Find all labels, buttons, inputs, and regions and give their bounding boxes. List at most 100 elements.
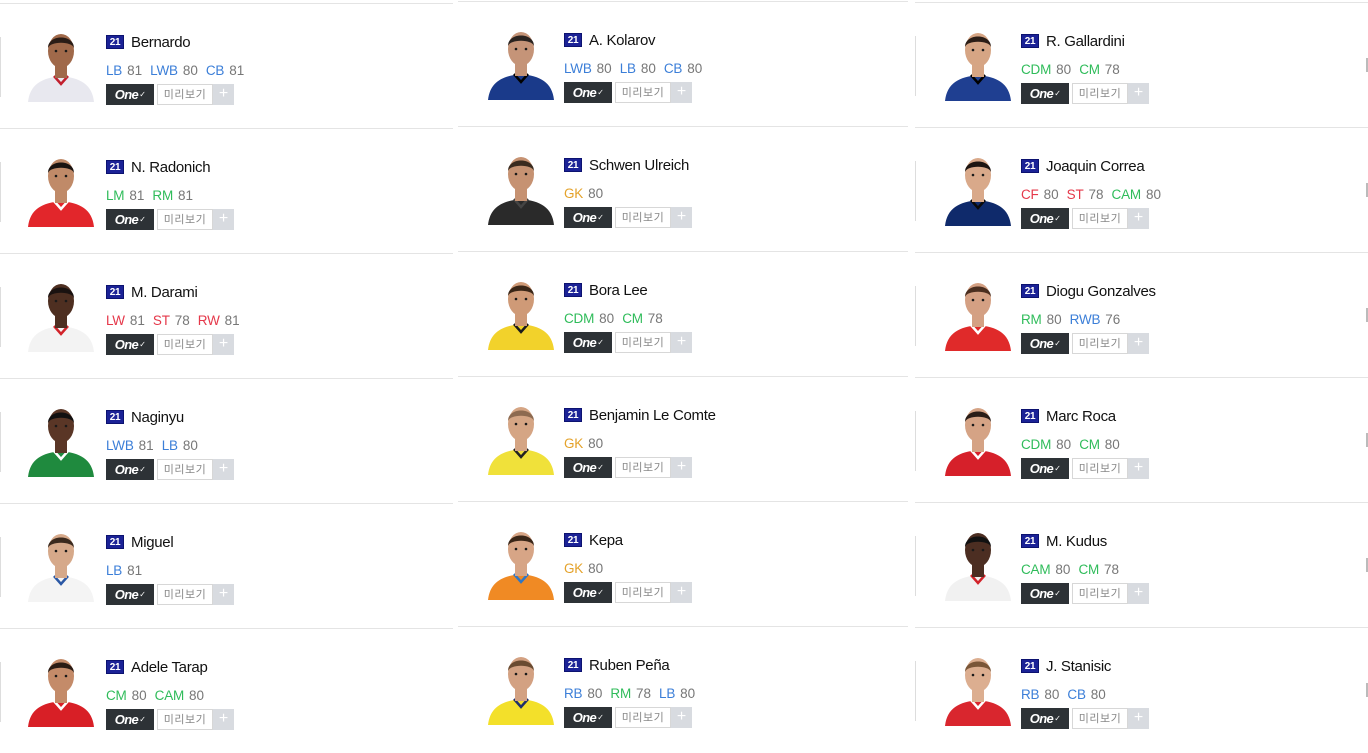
player-name[interactable]: Bernardo bbox=[131, 34, 191, 51]
player-card[interactable]: 21 Joaquin Correa CF 80 ST 78 CAM 80 One ✓ 미리보기 + bbox=[915, 127, 1368, 252]
player-card[interactable]: 21 Adele Tarap CM 80 CAM 80 One ✓ 미리보기 + bbox=[0, 628, 453, 753]
player-portrait[interactable] bbox=[482, 647, 560, 725]
plus-icon[interactable]: + bbox=[671, 706, 692, 728]
player-name[interactable]: M. Darami bbox=[131, 284, 198, 301]
player-card[interactable]: 21 Miguel LB 81 One ✓ 미리보기 + bbox=[0, 503, 453, 628]
player-name[interactable]: Naginyu bbox=[131, 409, 184, 426]
preview-button[interactable]: 미리보기 bbox=[1072, 207, 1128, 229]
player-name[interactable]: R. Gallardini bbox=[1046, 33, 1125, 50]
plus-icon[interactable]: + bbox=[671, 331, 692, 353]
player-name[interactable]: M. Kudus bbox=[1046, 533, 1107, 550]
one-button[interactable]: One ✓ bbox=[564, 456, 612, 478]
one-button[interactable]: One ✓ bbox=[1021, 707, 1069, 729]
player-portrait[interactable] bbox=[939, 148, 1017, 226]
one-button[interactable]: One ✓ bbox=[106, 333, 154, 355]
player-card[interactable]: 21 Naginyu LWB 81 LB 80 One ✓ 미리보기 + bbox=[0, 378, 453, 503]
player-portrait[interactable] bbox=[22, 274, 100, 352]
player-portrait[interactable] bbox=[482, 147, 560, 225]
preview-button[interactable]: 미리보기 bbox=[615, 331, 671, 353]
plus-icon[interactable]: + bbox=[213, 333, 234, 355]
player-portrait[interactable] bbox=[22, 399, 100, 477]
player-portrait[interactable] bbox=[939, 273, 1017, 351]
one-button[interactable]: One ✓ bbox=[1021, 582, 1069, 604]
preview-button[interactable]: 미리보기 bbox=[615, 456, 671, 478]
plus-icon[interactable]: + bbox=[213, 83, 234, 105]
preview-button[interactable]: 미리보기 bbox=[157, 583, 213, 605]
preview-button[interactable]: 미리보기 bbox=[1072, 82, 1128, 104]
player-name[interactable]: Joaquin Correa bbox=[1046, 158, 1145, 175]
player-name[interactable]: Miguel bbox=[131, 534, 174, 551]
preview-button[interactable]: 미리보기 bbox=[615, 581, 671, 603]
player-card[interactable]: 21 Schwen Ulreich GK 80 One ✓ 미리보기 + bbox=[458, 126, 908, 251]
preview-button[interactable]: 미리보기 bbox=[1072, 582, 1128, 604]
player-card[interactable]: 21 Ruben Peña RB 80 RM 78 LB 80 One ✓ 미리보기 + bbox=[458, 626, 908, 751]
preview-button[interactable]: 미리보기 bbox=[1072, 707, 1128, 729]
player-name[interactable]: A. Kolarov bbox=[589, 32, 656, 49]
player-name[interactable]: Benjamin Le Comte bbox=[589, 407, 716, 424]
plus-icon[interactable]: + bbox=[671, 456, 692, 478]
preview-button[interactable]: 미리보기 bbox=[157, 458, 213, 480]
player-card[interactable]: 21 Kepa GK 80 One ✓ 미리보기 + bbox=[458, 501, 908, 626]
player-portrait[interactable] bbox=[939, 648, 1017, 726]
preview-button[interactable]: 미리보기 bbox=[157, 708, 213, 730]
player-name[interactable]: Ruben Peña bbox=[589, 657, 670, 674]
one-button[interactable]: One ✓ bbox=[564, 81, 612, 103]
one-button[interactable]: One ✓ bbox=[106, 208, 154, 230]
plus-icon[interactable]: + bbox=[671, 81, 692, 103]
plus-icon[interactable]: + bbox=[1128, 207, 1149, 229]
plus-icon[interactable]: + bbox=[213, 208, 234, 230]
player-name[interactable]: Schwen Ulreich bbox=[589, 157, 689, 174]
player-name[interactable]: Kepa bbox=[589, 532, 623, 549]
plus-icon[interactable]: + bbox=[671, 206, 692, 228]
player-card[interactable]: 21 Bernardo LB 81 LWB 80 CB 81 One ✓ 미리보기 + bbox=[0, 3, 453, 128]
preview-button[interactable]: 미리보기 bbox=[1072, 332, 1128, 354]
player-portrait[interactable] bbox=[22, 149, 100, 227]
player-portrait[interactable] bbox=[939, 398, 1017, 476]
plus-icon[interactable]: + bbox=[1128, 332, 1149, 354]
plus-icon[interactable]: + bbox=[1128, 82, 1149, 104]
one-button[interactable]: One ✓ bbox=[106, 458, 154, 480]
plus-icon[interactable]: + bbox=[213, 458, 234, 480]
one-button[interactable]: One ✓ bbox=[106, 583, 154, 605]
preview-button[interactable]: 미리보기 bbox=[157, 208, 213, 230]
one-button[interactable]: One ✓ bbox=[1021, 207, 1069, 229]
player-card[interactable]: 21 M. Kudus CAM 80 CM 78 One ✓ 미리보기 + bbox=[915, 502, 1368, 627]
one-button[interactable]: One ✓ bbox=[1021, 332, 1069, 354]
one-button[interactable]: One ✓ bbox=[564, 581, 612, 603]
preview-button[interactable]: 미리보기 bbox=[615, 81, 671, 103]
plus-icon[interactable]: + bbox=[1128, 582, 1149, 604]
plus-icon[interactable]: + bbox=[213, 583, 234, 605]
player-name[interactable]: N. Radonich bbox=[131, 159, 211, 176]
plus-icon[interactable]: + bbox=[1128, 707, 1149, 729]
player-card[interactable]: 21 Diogu Gonzalves RM 80 RWB 76 One ✓ 미리보기 + bbox=[915, 252, 1368, 377]
player-card[interactable]: 21 N. Radonich LM 81 RM 81 One ✓ 미리보기 + bbox=[0, 128, 453, 253]
plus-icon[interactable]: + bbox=[213, 708, 234, 730]
player-card[interactable]: 21 Bora Lee CDM 80 CM 78 One ✓ 미리보기 + bbox=[458, 251, 908, 376]
player-name[interactable]: Marc Roca bbox=[1046, 408, 1116, 425]
player-name[interactable]: J. Stanisic bbox=[1046, 658, 1111, 675]
plus-icon[interactable]: + bbox=[1128, 457, 1149, 479]
player-card[interactable]: 21 M. Darami LW 81 ST 78 RW 81 One ✓ 미리보기 + bbox=[0, 253, 453, 378]
preview-button[interactable]: 미리보기 bbox=[1072, 457, 1128, 479]
one-button[interactable]: One ✓ bbox=[106, 708, 154, 730]
player-card[interactable]: 21 J. Stanisic RB 80 CB 80 One ✓ 미리보기 + bbox=[915, 627, 1368, 752]
player-portrait[interactable] bbox=[482, 272, 560, 350]
player-card[interactable]: 21 Benjamin Le Comte GK 80 One ✓ 미리보기 + bbox=[458, 376, 908, 501]
plus-icon[interactable]: + bbox=[671, 581, 692, 603]
one-button[interactable]: One ✓ bbox=[106, 83, 154, 105]
preview-button[interactable]: 미리보기 bbox=[157, 333, 213, 355]
player-portrait[interactable] bbox=[939, 523, 1017, 601]
player-card[interactable]: 21 A. Kolarov LWB 80 LB 80 CB 80 One ✓ 미리보기 + bbox=[458, 1, 908, 126]
player-portrait[interactable] bbox=[482, 22, 560, 100]
preview-button[interactable]: 미리보기 bbox=[615, 706, 671, 728]
one-button[interactable]: One ✓ bbox=[1021, 82, 1069, 104]
player-portrait[interactable] bbox=[939, 23, 1017, 101]
preview-button[interactable]: 미리보기 bbox=[157, 83, 213, 105]
one-button[interactable]: One ✓ bbox=[564, 331, 612, 353]
player-name[interactable]: Adele Tarap bbox=[131, 659, 208, 676]
one-button[interactable]: One ✓ bbox=[564, 706, 612, 728]
player-name[interactable]: Bora Lee bbox=[589, 282, 648, 299]
player-portrait[interactable] bbox=[22, 524, 100, 602]
player-portrait[interactable] bbox=[22, 649, 100, 727]
player-portrait[interactable] bbox=[22, 24, 100, 102]
